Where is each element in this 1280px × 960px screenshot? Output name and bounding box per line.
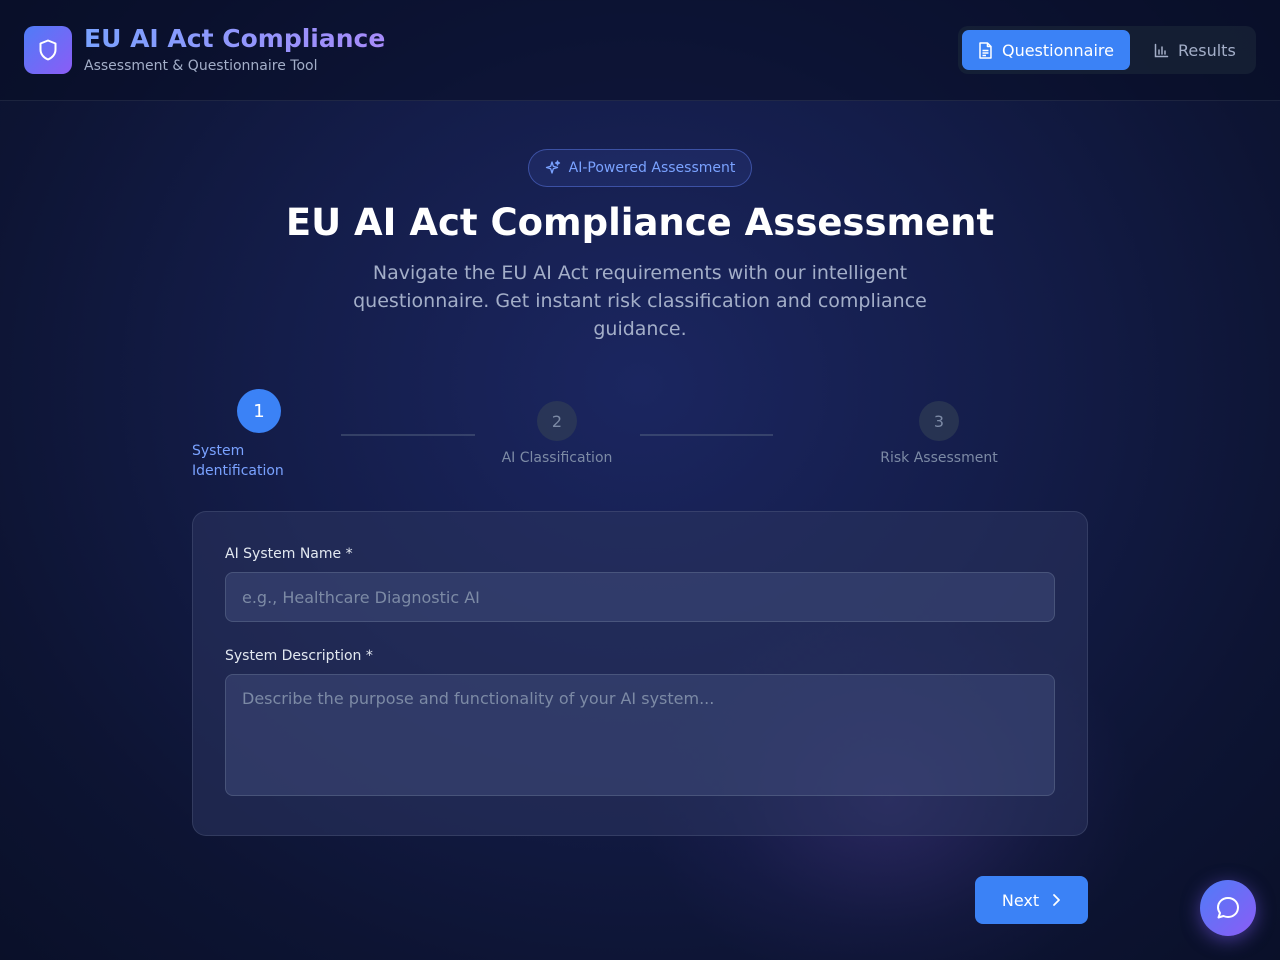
- app-header: EU AI Act Compliance Assessment & Questi…: [0, 0, 1280, 101]
- step-ai-classification: 2 AI Classification: [490, 401, 624, 466]
- main-nav: Questionnaire Results: [958, 26, 1256, 74]
- next-button-label: Next: [1001, 890, 1040, 910]
- shield-icon: [39, 39, 57, 61]
- system-name-label: AI System Name *: [225, 546, 353, 562]
- system-description-label: System Description *: [225, 648, 373, 664]
- logo: [24, 26, 72, 74]
- step-number: 1: [237, 389, 281, 433]
- app-subtitle: Assessment & Questionnaire Tool: [84, 58, 318, 74]
- system-name-input[interactable]: [225, 572, 1055, 622]
- chevron-right-icon: [1053, 894, 1061, 906]
- app-title: EU AI Act Compliance: [84, 24, 386, 53]
- tab-results[interactable]: Results: [1138, 30, 1252, 70]
- step-connector: [640, 434, 773, 436]
- step-number: 3: [919, 401, 959, 441]
- step-number: 2: [537, 401, 577, 441]
- next-button[interactable]: Next: [975, 876, 1088, 924]
- tab-questionnaire-label: Questionnaire: [1001, 40, 1114, 60]
- chat-button[interactable]: [1200, 880, 1256, 936]
- bar-chart-icon: [1154, 43, 1169, 57]
- page-description: Navigate the EU AI Act requirements with…: [353, 262, 927, 340]
- badge-label: AI-Powered Assessment: [568, 160, 736, 176]
- system-description-textarea[interactable]: [225, 674, 1055, 796]
- page-title: EU AI Act Compliance Assessment: [285, 201, 995, 244]
- questionnaire-card: AI System Name * System Description *: [192, 511, 1088, 836]
- tab-results-label: Results: [1178, 40, 1236, 60]
- step-system-identification: 1 System Identification: [192, 389, 326, 481]
- sparkles-icon: [545, 160, 560, 174]
- step-label: System Identification: [192, 443, 284, 479]
- document-icon: [979, 41, 992, 59]
- chat-bubble-icon: [1217, 897, 1239, 919]
- step-label: AI Classification: [501, 450, 613, 466]
- tab-questionnaire[interactable]: Questionnaire: [962, 30, 1130, 70]
- step-connector: [341, 434, 475, 436]
- step-label: Risk Assessment: [880, 450, 998, 466]
- ai-powered-badge: AI-Powered Assessment: [528, 149, 752, 187]
- step-risk-assessment: 3 Risk Assessment: [872, 401, 1006, 466]
